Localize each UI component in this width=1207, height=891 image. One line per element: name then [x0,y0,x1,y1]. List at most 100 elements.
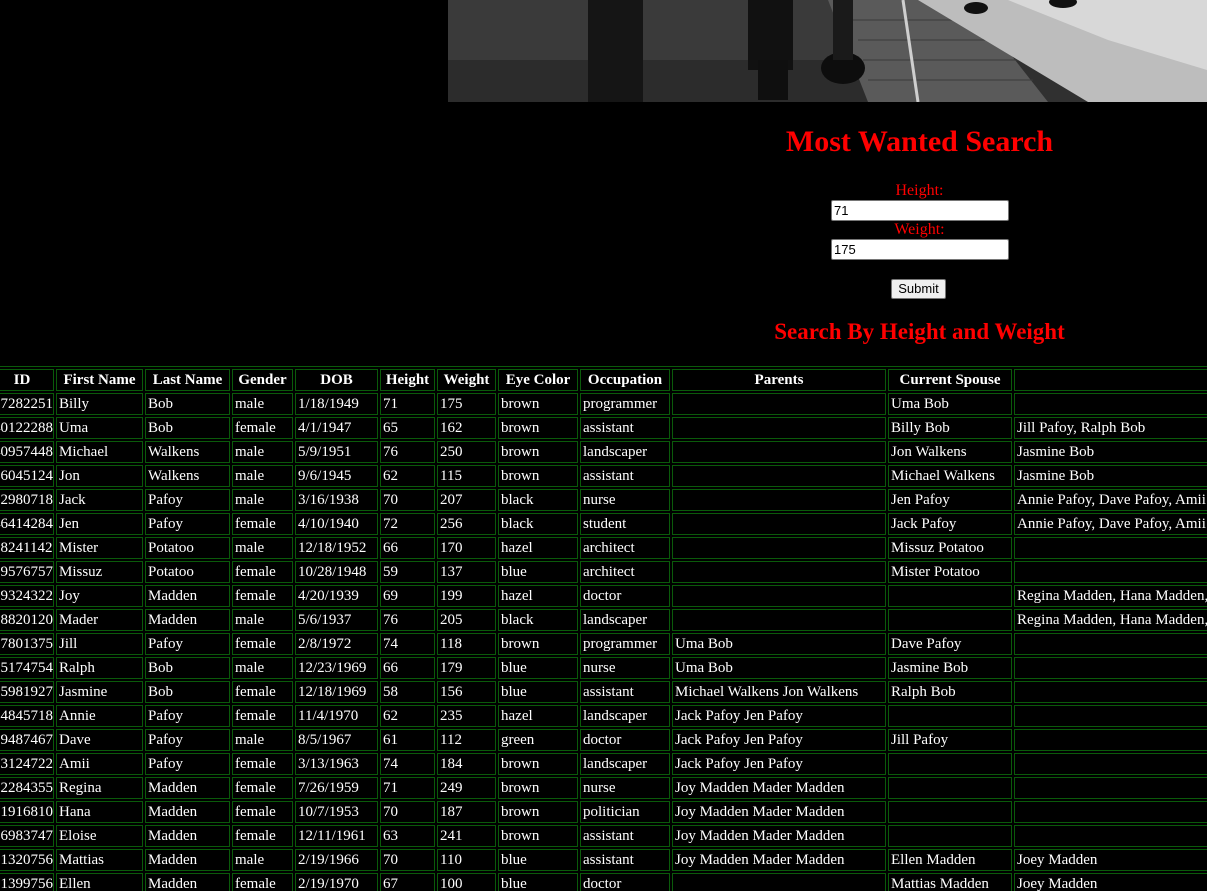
table-cell-weight: 118 [437,633,496,655]
column-header-occupation: Occupation [580,369,670,391]
table-cell-dob: 4/10/1940 [295,513,378,535]
table-cell-gender: male [232,849,293,871]
table-cell-current-spouse: Ellen Madden [888,849,1012,871]
column-header-weight: Weight [437,369,496,391]
table-cell-weight: 115 [437,465,496,487]
table-cell-height: 70 [380,801,435,823]
table-cell-id: 409574486 [0,441,54,463]
table-cell-dob: 10/28/1948 [295,561,378,583]
table-cell-gender: male [232,489,293,511]
table-cell-weight: 112 [437,729,496,751]
table-cell-id: 822843554 [0,777,54,799]
table-cell-occupation: politician [580,801,670,823]
table-cell-parents [672,561,886,583]
table-cell-weight: 249 [437,777,496,799]
table-cell-weight: 184 [437,753,496,775]
table-cell-first-name: Ralph [56,657,143,679]
table-cell-gender: female [232,777,293,799]
table-cell-height: 72 [380,513,435,535]
table-cell-first-name: Mattias [56,849,143,871]
table-cell-current-spouse: Jen Pafoy [888,489,1012,511]
table-cell-last-name: Pafoy [145,633,230,655]
table-row: 272822514BillyBobmale1/18/194971175brown… [0,393,1207,415]
table-cell-weight: 175 [437,393,496,415]
page: Most Wanted Search Height: Weight: Submi… [0,0,1207,891]
table-cell-parents [672,513,886,535]
table-cell-eye-color: black [498,609,578,631]
table-cell-eye-color: blue [498,561,578,583]
table-cell-id: 464142841 [0,513,54,535]
table-cell-parents [672,417,886,439]
table-cell-dob: 1/18/1949 [295,393,378,415]
table-cell-current-spouse: Mister Potatoo [888,561,1012,583]
table-cell-gender: male [232,537,293,559]
table-cell-id: 159819275 [0,681,54,703]
table-cell-parents: Joy Madden Mader Madden [672,777,886,799]
table-cell-first-name: Jen [56,513,143,535]
table-cell-gender: male [232,393,293,415]
table-cell-dob: 9/6/1945 [295,465,378,487]
table-cell-parents: Michael Walkens Jon Walkens [672,681,886,703]
table-cell-gender: female [232,633,293,655]
table-cell-extra: Annie Pafoy, Dave Pafoy, Amii Pafoy [1014,489,1207,511]
table-cell-dob: 5/6/1937 [295,609,378,631]
table-cell-eye-color: hazel [498,705,578,727]
table-cell-gender: female [232,873,293,891]
table-cell-first-name: Jasmine [56,681,143,703]
table-cell-first-name: Joy [56,585,143,607]
table-cell-height: 71 [380,393,435,415]
table-cell-first-name: Annie [56,705,143,727]
table-cell-dob: 8/5/1967 [295,729,378,751]
table-cell-eye-color: brown [498,801,578,823]
table-cell-dob: 12/11/1961 [295,825,378,847]
table-cell-id: 982411429 [0,537,54,559]
table-header-row: ID First Name Last Name Gender DOB Height Weig… [0,369,1207,391]
table-cell-extra [1014,825,1207,847]
weight-input[interactable] [831,239,1009,260]
table-cell-extra: Jasmine Bob [1014,465,1207,487]
table-cell-weight: 137 [437,561,496,583]
table-cell-gender: male [232,729,293,751]
table-cell-height: 66 [380,537,435,559]
table-cell-gender: male [232,609,293,631]
table-row: 888201200MaderMaddenmale5/6/193776205bla… [0,609,1207,631]
table-row: 348457184AnniePafoyfemale11/4/197062235h… [0,705,1207,727]
table-cell-dob: 10/7/1953 [295,801,378,823]
table-cell-id: 272822514 [0,393,54,415]
table-cell-id: 731247228 [0,753,54,775]
table-cell-extra [1014,681,1207,703]
table-cell-last-name: Pafoy [145,729,230,751]
table-cell-eye-color: blue [498,849,578,871]
table-cell-dob: 12/18/1952 [295,537,378,559]
table-cell-occupation: architect [580,561,670,583]
table-cell-dob: 5/9/1951 [295,441,378,463]
table-cell-extra [1014,801,1207,823]
table-cell-last-name: Madden [145,801,230,823]
table-cell-dob: 4/20/1939 [295,585,378,607]
table-row: 595767575MissuzPotatoofemale10/28/194859… [0,561,1207,583]
table-cell-height: 74 [380,633,435,655]
table-row: 951747547RalphBobmale12/23/196966179blue… [0,657,1207,679]
table-cell-last-name: Pafoy [145,705,230,727]
table-cell-eye-color: brown [498,465,578,487]
table-cell-height: 61 [380,729,435,751]
submit-button[interactable]: Submit [891,279,946,299]
column-header-dob: DOB [295,369,378,391]
table-cell-extra: Regina Madden, Hana Madden, Eloise Madde… [1014,585,1207,607]
table-cell-current-spouse: Jill Pafoy [888,729,1012,751]
height-input[interactable] [831,200,1009,221]
table-cell-first-name: Eloise [56,825,143,847]
table-cell-extra: Jasmine Bob [1014,441,1207,463]
table-cell-current-spouse: Uma Bob [888,393,1012,415]
table-cell-extra: Annie Pafoy, Dave Pafoy, Amii Pafoy [1014,513,1207,535]
table-cell-extra: Joey Madden [1014,873,1207,891]
column-header-id: ID [0,369,54,391]
table-cell-parents [672,585,886,607]
table-cell-current-spouse [888,801,1012,823]
table-cell-current-spouse: Mattias Madden [888,873,1012,891]
table-cell-id: 888201200 [0,609,54,631]
table-cell-current-spouse [888,777,1012,799]
table-cell-parents [672,873,886,891]
table-cell-dob: 2/8/1972 [295,633,378,655]
column-header-parents: Parents [672,369,886,391]
